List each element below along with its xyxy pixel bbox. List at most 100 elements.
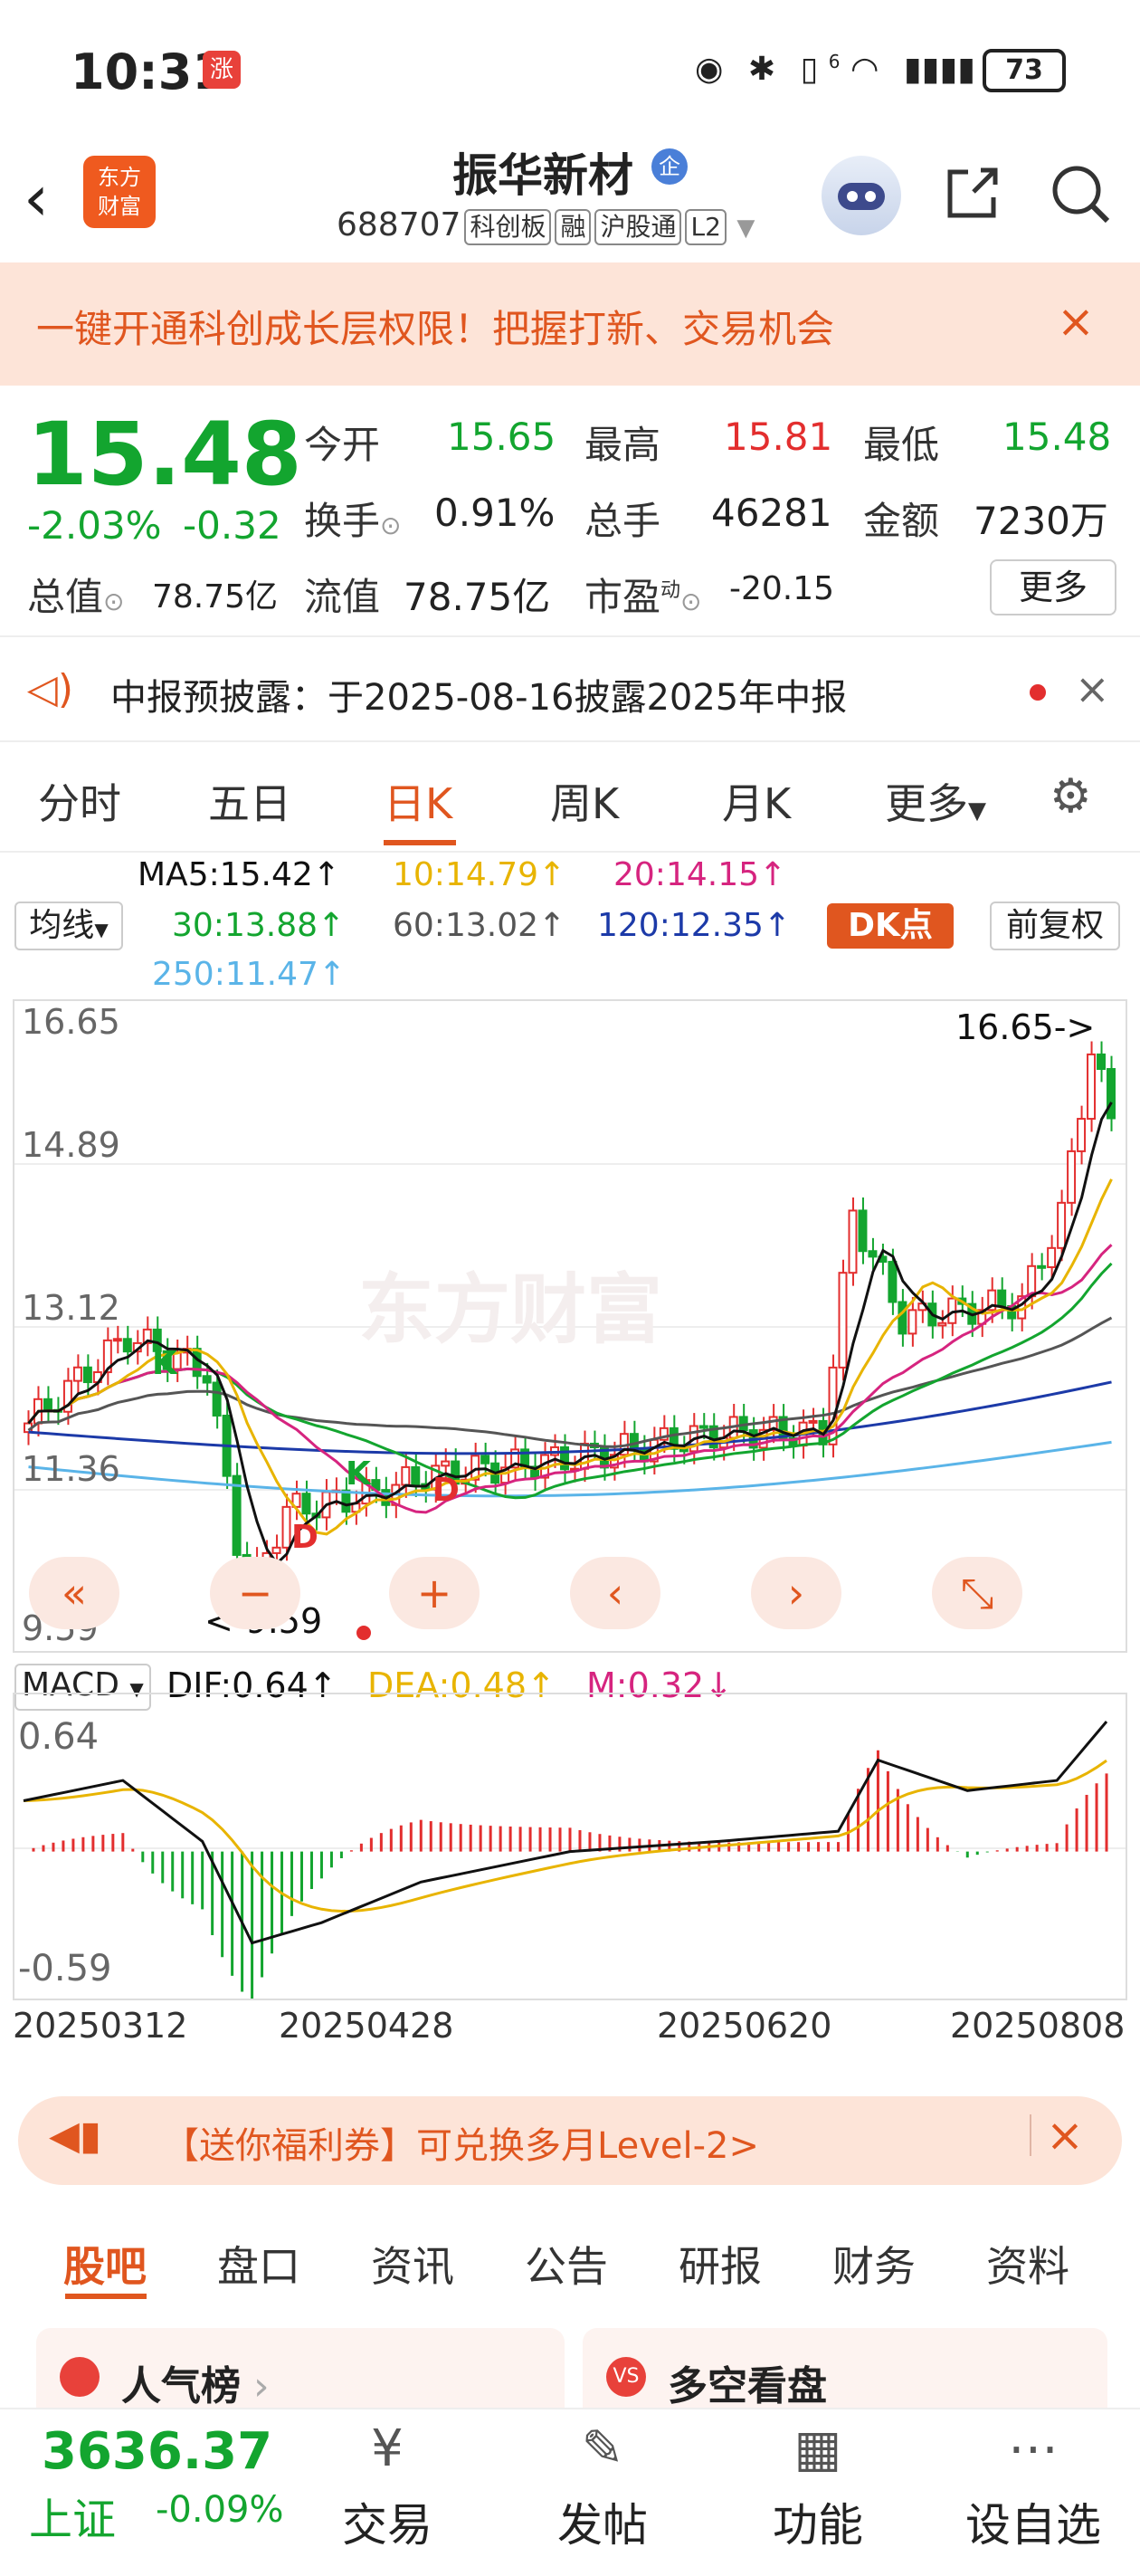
search-icon[interactable] <box>1048 161 1113 226</box>
close-icon[interactable]: × <box>1046 2109 1084 2161</box>
mktcap-label-text: 总值 <box>27 575 104 619</box>
ma5-value: MA5:15.42↑ <box>138 856 340 893</box>
nav-functions[interactable]: ▦ 功能 <box>746 2413 890 2554</box>
k-marker: K <box>152 1345 178 1382</box>
tab-pankou[interactable]: 盘口 <box>217 2234 300 2294</box>
candle-body <box>480 1455 490 1465</box>
nav-trade-label: 交易 <box>342 2499 432 2552</box>
status-badge: 涨 <box>203 51 241 89</box>
popularity-title-text: 人气榜 <box>121 2363 241 2409</box>
share-icon[interactable] <box>941 161 1004 224</box>
zoom-out-button[interactable]: − <box>210 1557 300 1629</box>
index-change[interactable]: -0.09% <box>156 2489 284 2531</box>
nav-trade[interactable]: ¥ 交易 <box>315 2413 460 2554</box>
dk-point-button[interactable]: DK点 <box>827 903 954 949</box>
eye-icon: ◉ <box>695 51 724 88</box>
tab-underline <box>65 2294 147 2299</box>
next-button[interactable]: › <box>751 1557 841 1629</box>
app-logo-line2: 财富 <box>98 194 141 219</box>
tab-weekly-k[interactable]: 周K <box>550 771 619 831</box>
candle-body <box>1107 1068 1116 1120</box>
tab-five-day[interactable]: 五日 <box>208 771 291 831</box>
back-icon[interactable]: ‹ <box>24 161 49 235</box>
ma10-value: 10:14.79↑ <box>393 856 566 893</box>
nav-add-watchlist[interactable]: ⋯ 设自选 <box>961 2413 1106 2554</box>
index-name[interactable]: 上证 <box>29 2484 116 2547</box>
info-icon[interactable]: ⊙ <box>680 587 701 616</box>
tab-guba[interactable]: 股吧 <box>63 2234 147 2294</box>
candle-body <box>271 1546 281 1554</box>
fullscreen-button[interactable]: ⤡ <box>932 1557 1022 1629</box>
app-logo: 东方 财富 <box>83 156 156 228</box>
long-short-title[interactable]: 多空看盘 <box>668 2353 827 2411</box>
volume-value: 46281 <box>711 491 832 535</box>
welfare-text[interactable]: 【送你福利券】可兑换多月Level-2> <box>163 2116 759 2169</box>
kline-chart[interactable]: 东方财富 16.65 14.89 13.12 11.36 9.59 16.65-… <box>13 999 1127 1653</box>
edit-icon: ✎ <box>581 2419 624 2478</box>
candle-body <box>907 1309 917 1335</box>
nav-post[interactable]: ✎ 发帖 <box>530 2413 675 2554</box>
rewind-button[interactable]: « <box>29 1557 119 1629</box>
d-marker: D <box>291 1519 318 1556</box>
tab-more[interactable]: 更多▼ <box>885 771 986 831</box>
chart-icon <box>60 2357 100 2397</box>
zoom-in-button[interactable]: + <box>389 1557 480 1629</box>
assistant-robot-icon[interactable] <box>822 156 901 235</box>
status-bar: 10:31 涨 ◉ ✱ ▯ 6 ◠ ▮▮▮▮ 73 <box>0 0 1140 145</box>
current-price: 15.48 <box>27 404 302 505</box>
candle-body <box>411 1465 421 1485</box>
y-label-4: 11.36 <box>22 1449 120 1489</box>
mktcap-label: 总值⊙ <box>27 567 124 622</box>
macd-svg[interactable]: 0.64 -0.59 <box>14 1694 1126 2006</box>
enterprise-badge: 企 <box>651 148 688 185</box>
notice-text[interactable]: 中报预披露：于2025-08-16披露2025年中报 <box>110 668 847 720</box>
y-label-2: 14.89 <box>22 1125 120 1165</box>
tab-monthly-k[interactable]: 月K <box>722 771 791 831</box>
low-label: 最低 <box>863 423 940 467</box>
info-icon[interactable]: ⊙ <box>380 510 401 540</box>
macd-chart[interactable]: 0.64 -0.59 <box>13 1693 1127 2006</box>
tab-intraday[interactable]: 分时 <box>38 771 121 831</box>
stock-code-line[interactable]: 688707 科创板融沪股通 L2 ▼ <box>337 206 755 245</box>
ma30-value: 30:13.88↑ <box>172 907 346 944</box>
candle-body <box>301 1493 311 1515</box>
candle-body <box>1087 1053 1097 1121</box>
candle-body <box>1047 1246 1057 1269</box>
change-percent: -2.03% <box>27 503 162 548</box>
ma-selector-label: 均线 <box>29 907 95 944</box>
index-value[interactable]: 3636.37 <box>42 2422 272 2481</box>
kline-svg[interactable]: 东方财富 16.65 14.89 13.12 11.36 9.59 16.65-… <box>14 1001 1126 1651</box>
chevron-down-icon: ▼ <box>94 919 109 940</box>
close-icon[interactable]: × <box>1057 295 1095 348</box>
ma-selector[interactable]: 均线▼ <box>14 902 123 950</box>
tab-research[interactable]: 研报 <box>679 2234 762 2294</box>
candle-body <box>629 1433 639 1449</box>
popularity-title[interactable]: 人气榜 › <box>121 2353 270 2411</box>
wifi-icon: ◠ <box>850 51 879 88</box>
tab-daily-k[interactable]: 日K <box>384 771 452 831</box>
tab-news[interactable]: 资讯 <box>371 2234 454 2294</box>
max-marker: 16.65-> <box>955 1007 1095 1047</box>
adjust-button[interactable]: 前复权 <box>990 902 1120 950</box>
previous-button[interactable]: ‹ <box>570 1557 660 1629</box>
candle-body <box>212 1381 222 1417</box>
chevron-down-icon: ▼ <box>968 797 986 825</box>
info-icon[interactable]: ⊙ <box>103 587 124 616</box>
candle-body <box>858 1209 868 1253</box>
k-marker: K <box>346 1455 372 1493</box>
tab-finance[interactable]: 财务 <box>832 2234 916 2294</box>
megaphone-icon: ◀▮ <box>49 2113 102 2159</box>
candle-body <box>441 1460 451 1467</box>
candle-body <box>898 1301 907 1335</box>
candle-body <box>122 1338 132 1353</box>
tab-announcements[interactable]: 公告 <box>525 2234 608 2294</box>
candle-body <box>43 1398 52 1411</box>
watermark: 东方财富 <box>358 1265 662 1354</box>
more-button[interactable]: 更多 <box>990 559 1116 615</box>
tab-profile[interactable]: 资料 <box>986 2234 1069 2294</box>
close-icon[interactable]: × <box>1075 664 1110 713</box>
promo-text[interactable]: 一键开通科创成长层权限！把握打新、交易机会 <box>36 299 834 354</box>
open-value: 15.65 <box>447 415 556 459</box>
pe-value: -20.15 <box>729 570 835 607</box>
gear-icon[interactable]: ⚙ <box>1050 769 1092 824</box>
